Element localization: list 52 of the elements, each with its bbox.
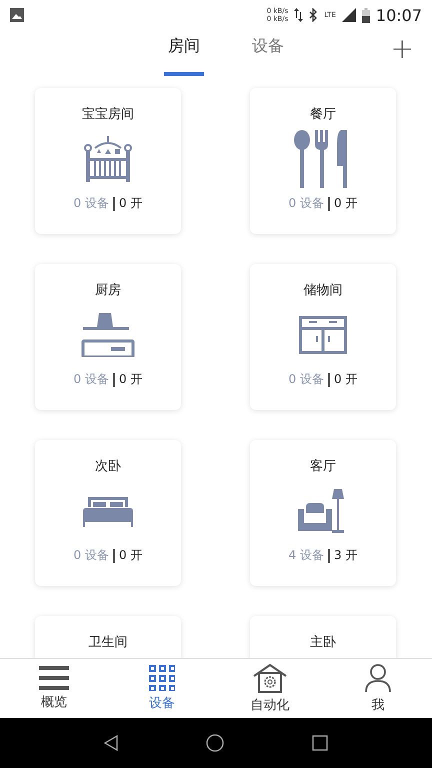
- room-name: 餐厅: [310, 106, 336, 123]
- device-count: 4 设备: [288, 547, 324, 564]
- grid-icon: [149, 665, 175, 691]
- bluetooth-icon: [309, 8, 318, 22]
- back-icon[interactable]: [104, 735, 118, 751]
- room-card[interactable]: 厨房 0 设备 0 开: [35, 264, 181, 410]
- room-name: 次卧: [95, 458, 121, 475]
- room-card[interactable]: 卫生间: [35, 616, 181, 658]
- nav-item[interactable]: 设备: [108, 659, 216, 718]
- room-name: 厨房: [95, 282, 121, 299]
- home-icon[interactable]: [206, 734, 224, 752]
- add-button[interactable]: +: [386, 34, 418, 64]
- device-count: 0 设备: [74, 547, 109, 564]
- house-gear-icon: [252, 663, 288, 693]
- menu-icon: [39, 666, 69, 690]
- device-count: 0 设备: [288, 195, 324, 212]
- tab[interactable]: 设备: [248, 30, 288, 76]
- room-card[interactable]: 储物间 0 设备 0 开: [250, 264, 396, 410]
- room-name: 主卧: [310, 634, 336, 651]
- room-name: 客厅: [310, 458, 336, 475]
- on-count: 0 开: [119, 371, 142, 388]
- nav-item[interactable]: 概览: [0, 659, 108, 718]
- on-count: 0 开: [334, 371, 358, 388]
- clock-time: 10:07: [376, 6, 422, 24]
- device-count: 0 设备: [288, 371, 324, 388]
- data-arrows-icon: [294, 8, 304, 22]
- nav-item[interactable]: 自动化: [216, 659, 324, 718]
- recents-icon[interactable]: [312, 735, 328, 751]
- room-card[interactable]: 宝宝房间 0 设备 0 开: [35, 88, 181, 234]
- nav-item[interactable]: 我: [324, 659, 432, 718]
- tab[interactable]: 房间: [164, 30, 204, 76]
- room-card[interactable]: 次卧 0 设备 0 开: [35, 440, 181, 586]
- room-card[interactable]: 主卧: [250, 616, 396, 658]
- cabinet-icon: [299, 316, 347, 354]
- device-count: 0 设备: [74, 195, 109, 212]
- bed-icon: [83, 495, 133, 527]
- room-name: 卫生间: [88, 634, 128, 651]
- room-name: 宝宝房间: [82, 106, 134, 123]
- picture-icon: [10, 8, 24, 22]
- on-count: 0 开: [334, 195, 358, 212]
- crib-icon: [83, 134, 133, 184]
- on-count: 3 开: [334, 547, 358, 564]
- room-name: 储物间: [304, 282, 342, 299]
- person-icon: [364, 663, 392, 693]
- range-hood-icon: [81, 313, 135, 357]
- signal-icon: [342, 8, 356, 22]
- room-card[interactable]: 餐厅 0 设备 0 开: [250, 88, 396, 234]
- battery-icon: [362, 8, 370, 22]
- on-count: 0 开: [119, 547, 142, 564]
- room-card[interactable]: 客厅 4 设备 3 开: [250, 440, 396, 586]
- device-count: 0 设备: [74, 371, 109, 388]
- on-count: 0 开: [119, 195, 142, 212]
